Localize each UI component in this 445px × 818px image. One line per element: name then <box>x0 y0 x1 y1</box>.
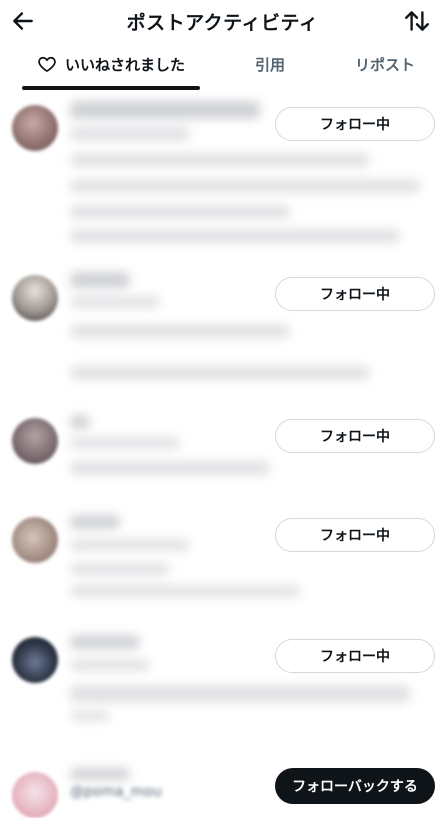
list-item[interactable]: @poma_mou フォローバックする <box>0 768 445 818</box>
follow-back-button[interactable]: フォローバックする <box>275 768 435 804</box>
blurred-bio <box>70 461 270 475</box>
tab-quotes-label: 引用 <box>254 55 285 74</box>
blurred-handle <box>70 437 180 449</box>
blurred-username <box>70 101 260 119</box>
tab-reposts-label: リポスト <box>354 55 415 74</box>
following-button[interactable]: フォロー中 <box>275 107 435 141</box>
tab-likes[interactable]: いいねされました <box>22 42 200 86</box>
blurred-username <box>70 415 90 429</box>
list-item[interactable]: フォロー中 <box>0 633 445 733</box>
heart-icon <box>38 56 56 73</box>
avatar[interactable] <box>12 772 58 818</box>
blurred-bio <box>70 563 170 575</box>
blurred-username <box>70 768 130 780</box>
blurred-handle <box>70 296 160 308</box>
blurred-bio <box>70 711 110 721</box>
avatar[interactable] <box>12 418 58 464</box>
user-handle: @poma_mou <box>70 784 162 800</box>
following-button[interactable]: フォロー中 <box>275 639 435 673</box>
active-tab-indicator <box>22 86 200 90</box>
list-item[interactable]: フォロー中 <box>0 413 445 493</box>
avatar[interactable] <box>12 105 58 151</box>
blurred-bio <box>70 179 420 193</box>
blurred-username <box>70 515 120 529</box>
blurred-handle <box>70 539 190 551</box>
following-button[interactable]: フォロー中 <box>275 277 435 311</box>
top-bar: ポストアクティビティ <box>0 0 445 42</box>
blurred-bio <box>70 366 370 380</box>
blurred-handle <box>70 127 190 141</box>
list-item[interactable]: フォロー中 <box>0 95 445 265</box>
following-button[interactable]: フォロー中 <box>275 518 435 552</box>
blurred-bio <box>70 229 400 243</box>
list-item[interactable]: フォロー中 <box>0 270 445 400</box>
blurred-bio <box>70 205 290 219</box>
blurred-handle <box>70 659 150 671</box>
avatar[interactable] <box>12 275 58 321</box>
blurred-username <box>70 272 130 288</box>
blurred-bio <box>70 585 300 597</box>
tab-quotes[interactable]: 引用 <box>220 42 320 86</box>
following-button[interactable]: フォロー中 <box>275 419 435 453</box>
blurred-bio <box>70 324 290 338</box>
avatar[interactable] <box>12 517 58 563</box>
tab-bar: いいねされました 引用 リポスト <box>0 42 445 90</box>
blurred-bio <box>70 685 410 703</box>
blurred-bio <box>70 153 370 167</box>
tab-reposts[interactable]: リポスト <box>330 42 440 86</box>
avatar[interactable] <box>12 637 58 683</box>
list-item[interactable]: フォロー中 <box>0 513 445 613</box>
tab-likes-label: いいねされました <box>64 55 185 74</box>
sort-arrows-icon[interactable] <box>403 8 431 34</box>
page-title: ポストアクティビティ <box>126 12 319 34</box>
blurred-username <box>70 635 140 649</box>
